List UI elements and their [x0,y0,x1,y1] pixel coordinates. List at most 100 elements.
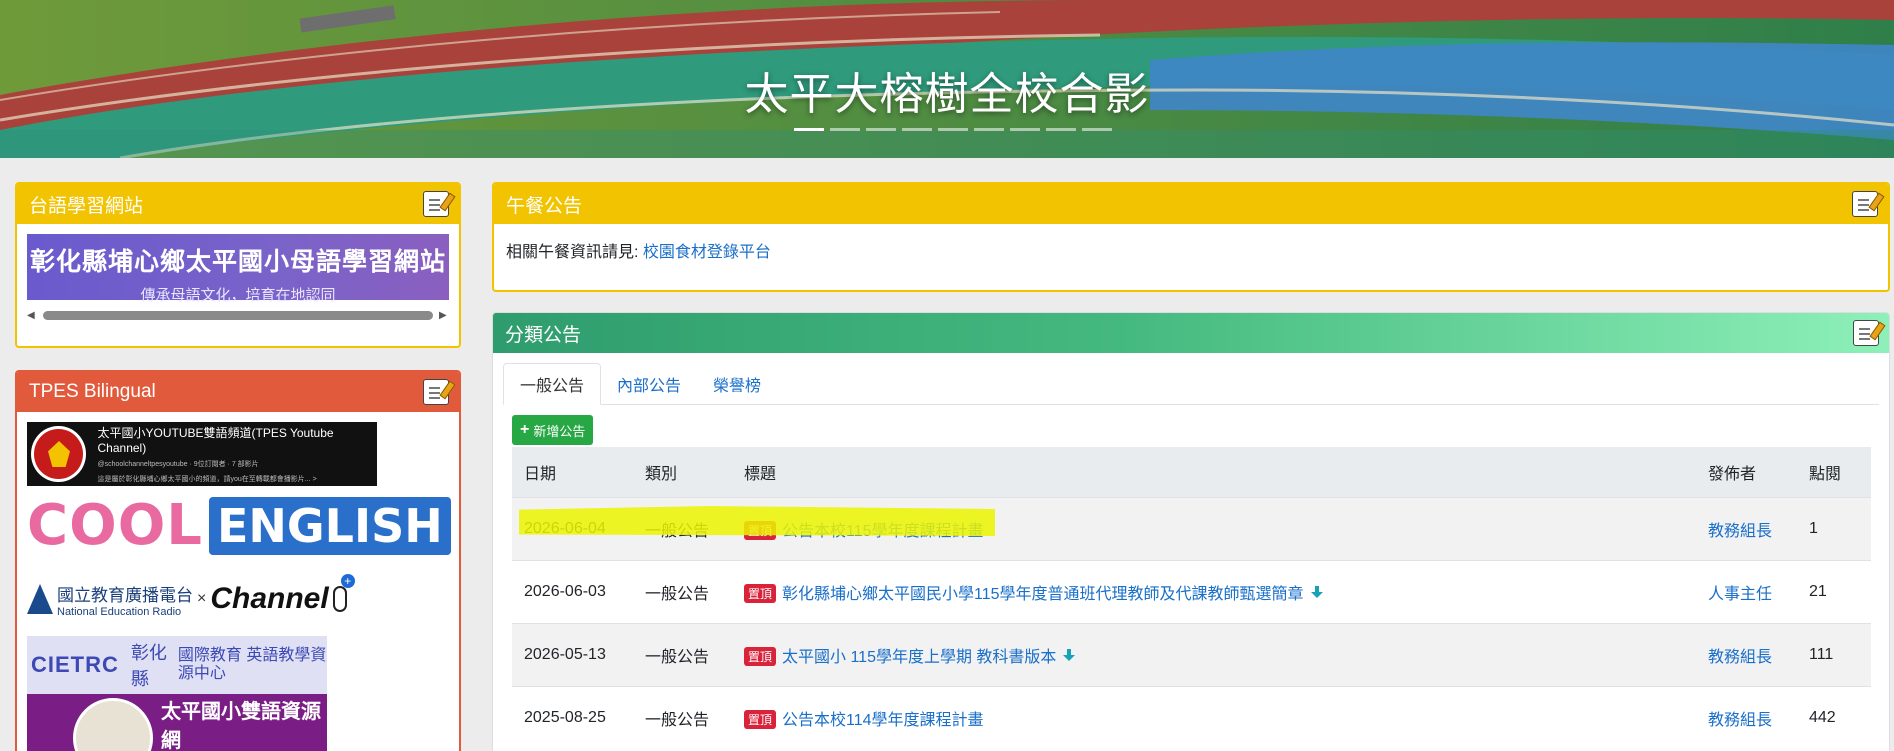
horizontal-scrollbar[interactable]: ◀ ▶ [27,308,449,322]
table-row: 2025-08-25 一般公告 置頂 公告本校114學年度課程計畫 教務組長 44… [512,685,1871,749]
publisher-link[interactable]: 人事主任 [1708,586,1772,603]
publisher-link[interactable]: 教務組長 [1708,712,1772,729]
row-category: 一般公告 [633,622,732,686]
row-views: 21 [1797,559,1871,623]
youtube-channel-link[interactable]: 太平國小YOUTUBE雙語頻道(TPES Youtube Channel) @s… [27,422,377,486]
taiyu-learning-card: 台語學習網站 彰化縣埔心鄉太平國小母語學習網站 傳承母語文化，培育在地認同 ◀ … [15,182,461,348]
card-header: TPES Bilingual [17,372,459,412]
announcement-link[interactable]: 彰化縣埔心鄉太平國民小學115學年度普通班代理教師及代課教師甄選簡章 [782,586,1304,603]
pinned-badge: 置頂 [744,646,777,666]
announcement-link[interactable]: 公告本校115學年度課程計畫 [782,523,984,540]
announcement-link[interactable]: 太平國小 115學年度上學期 教科書版本 [782,649,1056,666]
download-icon[interactable] [1062,648,1076,663]
banner-title: 太平大榕樹全校合影 [744,70,1150,119]
card-header: 分類公告 [493,313,1889,353]
scroll-right-icon[interactable]: ▶ [439,310,449,321]
food-platform-link[interactable]: 校園食材登錄平台 [643,244,771,261]
table-header-row: 日期 類別 標題 發佈者 點閱 [512,447,1871,498]
carousel-dot[interactable] [974,128,1004,131]
lunch-body: 相關午餐資訊請見: 校園食材登錄平台 [494,224,1888,276]
carousel-indicators[interactable] [794,128,1112,131]
cool-text: COOL [27,493,203,558]
carousel-dot[interactable] [1010,128,1040,131]
publisher-link[interactable]: 教務組長 [1708,523,1772,540]
channel-text: Channel [210,582,329,615]
carousel-dot[interactable] [830,128,860,131]
row-category: 一般公告 [633,559,732,623]
school-logo-icon [31,426,86,482]
table-row: 2026-05-13 一般公告 置頂 太平國小 115學年度上學期 教科書版本 教… [512,622,1871,686]
tab-general[interactable]: 一般公告 [503,363,602,405]
table-row: 2026-06-03 一般公告 置頂 彰化縣埔心鄉太平國民小學115學年度普通班代… [512,559,1871,623]
row-views: 1 [1797,496,1871,560]
category-announcement-card: 分類公告 一般公告 內部公告 榮譽榜 + 新增公告 日期 類別 標題 發佈者 點… [492,312,1890,751]
microphone-icon [332,574,355,612]
carousel-dot[interactable] [1082,128,1112,131]
row-category: 一般公告 [633,496,732,560]
edit-icon[interactable] [423,191,449,217]
tpes-bilingual-card: TPES Bilingual 太平國小YOUTUBE雙語頻道(TPES Yout… [15,370,461,751]
taiyu-site-banner[interactable]: 彰化縣埔心鄉太平國小母語學習網站 傳承母語文化，培育在地認同 [27,234,449,304]
lunch-announcement-card: 午餐公告 相關午餐資訊請見: 校園食材登錄平台 [492,182,1890,292]
announcement-tabs: 一般公告 內部公告 榮譽榜 [503,363,1879,405]
youtube-handle: @schoolchanneltpesyoutube · 9位訂閱者 · 7 部影… [97,461,259,468]
pinned-badge: 置頂 [744,709,777,729]
school-photo [73,698,153,751]
cietrc-name: 國際教育 英語教學資源中心 [177,647,327,682]
card-header: 台語學習網站 [17,184,459,224]
row-title-cell: 置頂 公告本校114學年度課程計畫 [732,685,1696,749]
carousel-dot[interactable] [794,128,824,131]
row-title-cell: 置頂 彰化縣埔心鄉太平國民小學115學年度普通班代理教師及代課教師甄選簡章 [732,559,1696,623]
carousel-dot[interactable] [938,128,968,131]
row-date: 2026-06-04 [512,496,633,560]
lunch-text: 相關午餐資訊請見: [506,244,643,261]
carousel-dot[interactable] [902,128,932,131]
pinned-badge: 置頂 [744,520,777,540]
card-title: TPES Bilingual [29,381,156,402]
hero-banner: 太平大榕樹全校合影 [0,0,1894,158]
pinned-badge: 置頂 [744,583,777,603]
publisher-link[interactable]: 教務組長 [1708,649,1772,666]
add-announcement-button[interactable]: + 新增公告 [512,415,594,445]
column-header-publisher[interactable]: 發佈者 [1696,447,1797,498]
ner-name: 國立教育廣播電台 [57,585,193,606]
column-header-category[interactable]: 類別 [633,447,732,498]
edit-icon[interactable] [1853,320,1879,346]
row-date: 2025-08-25 [512,685,633,749]
plus-icon: + [520,421,530,438]
cietrc-link[interactable]: CIETRC 彰化縣 國際教育 英語教學資源中心 [27,636,327,694]
row-date: 2026-06-03 [512,559,633,623]
ner-times: × [197,590,207,607]
row-category: 一般公告 [633,685,732,749]
add-button-label: 新增公告 [533,423,586,439]
row-date: 2026-05-13 [512,622,633,686]
tab-internal[interactable]: 內部公告 [601,363,697,404]
announcement-link[interactable]: 公告本校114學年度課程計畫 [782,712,984,729]
youtube-desc: 這是屬於彰化縣埔心鄉太平國小的頻道，請you在至轉載都會播影片... > [97,476,317,483]
row-views: 442 [1797,685,1871,749]
scroll-left-icon[interactable]: ◀ [27,310,37,321]
tab-honor[interactable]: 榮譽榜 [697,363,777,404]
column-header-views[interactable]: 點閱 [1797,447,1871,498]
download-icon[interactable] [1310,585,1324,600]
cietrc-logo: CIETRC [31,652,119,677]
row-views: 111 [1797,622,1871,686]
card-title: 台語學習網站 [29,195,144,217]
scrollbar-thumb[interactable] [43,310,433,320]
ner-logo-icon [27,584,53,614]
english-text: ENGLISH [209,497,451,555]
bilingual-resource-link[interactable]: 太平國小雙語資源網 [27,694,327,751]
table-row: 2026-06-04 一般公告 置頂 公告本校115學年度課程計畫 教務組長 1 [512,496,1871,560]
carousel-dot[interactable] [1046,128,1076,131]
column-header-title[interactable]: 標題 [732,447,1696,498]
carousel-dot[interactable] [866,128,896,131]
ner-channel-link[interactable]: 國立教育廣播電台 National Education Radio × Chan… [27,572,459,626]
column-header-date[interactable]: 日期 [512,447,633,498]
edit-icon[interactable] [423,379,449,405]
edit-icon[interactable] [1852,191,1878,217]
cool-english-link[interactable]: COOL ENGLISH [27,496,459,556]
card-header: 午餐公告 [494,184,1888,224]
row-title-cell: 置頂 公告本校115學年度課程計畫 [732,496,1696,560]
youtube-title: 太平國小YOUTUBE雙語頻道(TPES Youtube Channel) [97,426,334,455]
taiyu-banner-subtitle: 傳承母語文化，培育在地認同 [140,287,336,304]
